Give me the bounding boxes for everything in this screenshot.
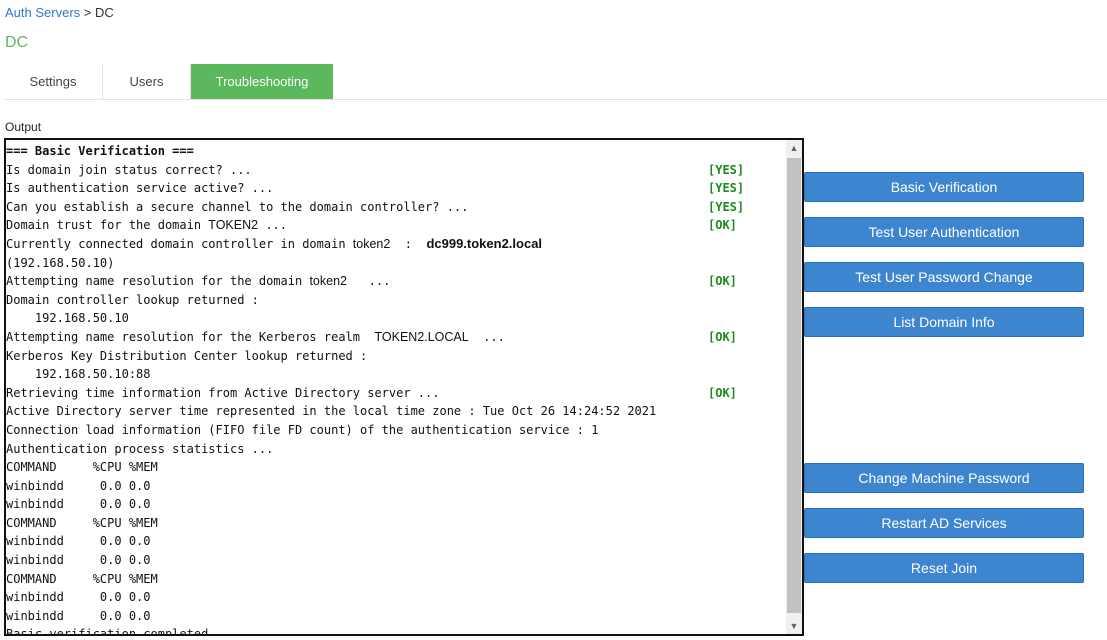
output-line: winbindd 0.0 0.0 [6, 478, 151, 493]
output-line: (192.168.50.10) [6, 255, 115, 270]
output-line: Active Directory server time represented… [6, 404, 657, 419]
output-line: Is authentication service active? ... [YE… [6, 179, 786, 198]
list-domain-info-button[interactable]: List Domain Info [804, 307, 1084, 337]
output-line: Currently connected domain controller in… [6, 235, 543, 251]
breadcrumb-current: DC [94, 5, 114, 20]
scroll-up-arrow-icon[interactable]: ▲ [786, 140, 802, 156]
breadcrumb-link-auth-servers[interactable]: Auth Servers [5, 5, 80, 20]
output-line: 192.168.50.10 [6, 311, 129, 326]
output-label: Output [5, 120, 42, 134]
status-badge: [YES] [708, 199, 745, 214]
tab-users[interactable]: Users [103, 64, 191, 99]
output-line: Connection load information (FIFO file F… [6, 422, 599, 437]
status-badge: [OK] [708, 385, 737, 400]
restart-ad-services-button[interactable]: Restart AD Services [804, 508, 1084, 538]
output-line: winbindd 0.0 0.0 [6, 534, 151, 549]
output-line: winbindd 0.0 0.0 [6, 553, 151, 568]
breadcrumb-separator: > [80, 5, 95, 20]
output-line: Kerberos Key Distribution Center lookup … [6, 348, 368, 363]
output-line: COMMAND %CPU %MEM [6, 460, 158, 475]
status-badge: [YES] [708, 162, 745, 177]
scroll-down-arrow-icon[interactable]: ▼ [786, 618, 802, 634]
output-line: Is domain join status correct? ... [YES] [6, 161, 786, 180]
output-line: winbindd 0.0 0.0 [6, 497, 151, 512]
output-line: Attempting name resolution for the Kerbe… [6, 328, 786, 347]
status-badge: [OK] [708, 274, 737, 289]
output-line: Authentication process statistics ... [6, 441, 274, 456]
tab-bar: Settings Users Troubleshooting [4, 64, 333, 99]
tab-divider [4, 99, 1107, 100]
output-line: Can you establish a secure channel to th… [6, 198, 786, 217]
breadcrumb: Auth Servers > DC [5, 5, 114, 20]
status-badge: [YES] [708, 181, 745, 196]
tab-settings[interactable]: Settings [4, 64, 103, 99]
output-line: Basic verification completed. [6, 627, 216, 636]
output-line: COMMAND %CPU %MEM [6, 515, 158, 530]
output-line: 192.168.50.10:88 [6, 367, 151, 382]
output-line: Attempting name resolution for the domai… [6, 272, 786, 291]
basic-verification-button[interactable]: Basic Verification [804, 172, 1084, 202]
output-line: winbindd 0.0 0.0 [6, 590, 151, 605]
output-line: winbindd 0.0 0.0 [6, 608, 151, 623]
reset-join-button[interactable]: Reset Join [804, 553, 1084, 583]
output-line: COMMAND %CPU %MEM [6, 571, 158, 586]
tab-troubleshooting[interactable]: Troubleshooting [191, 64, 333, 99]
test-user-authentication-button[interactable]: Test User Authentication [804, 217, 1084, 247]
output-line: Retrieving time information from Active … [6, 384, 786, 403]
test-user-password-change-button[interactable]: Test User Password Change [804, 262, 1084, 292]
status-badge: [OK] [708, 329, 737, 344]
change-machine-password-button[interactable]: Change Machine Password [804, 463, 1084, 493]
output-line: Domain trust for the domain TOKEN2 ... [O… [6, 216, 786, 235]
status-badge: [OK] [708, 218, 737, 233]
output-textarea[interactable]: === Basic Verification === Is domain joi… [4, 138, 804, 636]
page-title: DC [5, 34, 29, 51]
output-line: Domain controller lookup returned : [6, 292, 259, 307]
output-content: === Basic Verification === Is domain joi… [6, 142, 786, 636]
output-scrollbar[interactable]: ▲ ▼ [786, 140, 802, 634]
scrollbar-thumb[interactable] [787, 158, 801, 613]
output-line: === Basic Verification === [6, 144, 194, 158]
